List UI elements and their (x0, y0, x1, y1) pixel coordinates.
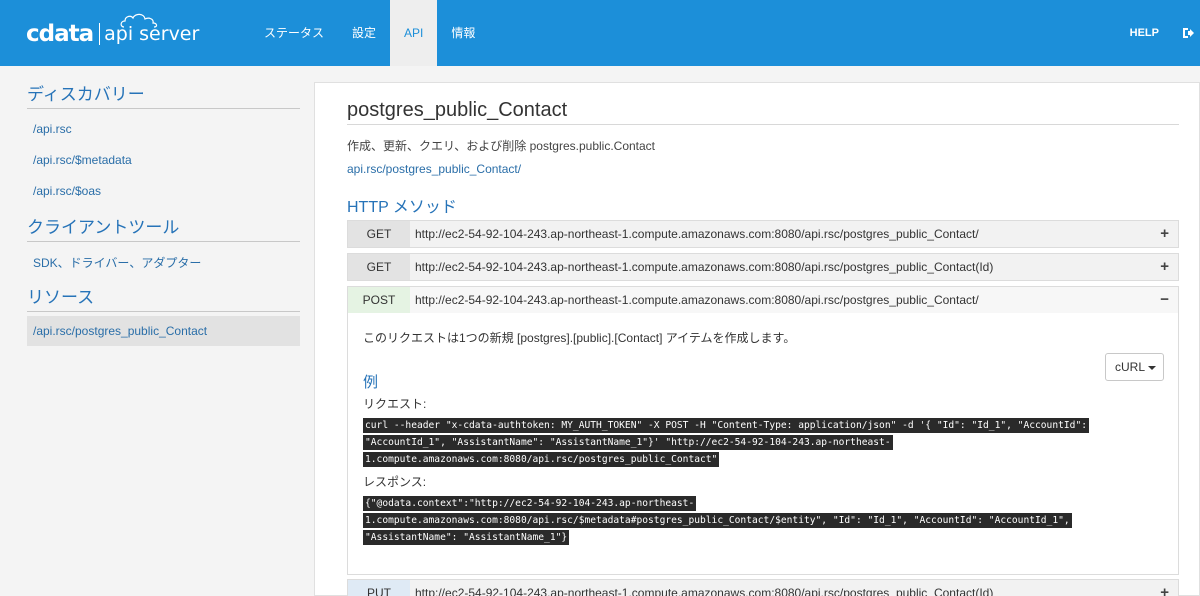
request-label: リクエスト: (363, 397, 427, 411)
resources-heading: リソース (27, 283, 300, 312)
sidebar-link-oas[interactable]: /api.rsc/$oas (33, 184, 101, 198)
request-code-block: curl --header "x-cdata-authtoken: MY_AUT… (363, 417, 1108, 468)
method-url: http://ec2-54-92-104-243.ap-northeast-1.… (415, 293, 979, 307)
method-url: http://ec2-54-92-104-243.ap-northeast-1.… (415, 260, 994, 274)
tab-info[interactable]: 情報 (437, 0, 489, 66)
discovery-heading: ディスカバリー (27, 80, 300, 109)
sidebar-link-api[interactable]: /api.rsc (33, 122, 72, 136)
expand-icon[interactable]: + (1160, 221, 1169, 247)
format-dropdown-label: cURL (1115, 360, 1146, 374)
expand-icon[interactable]: + (1160, 254, 1169, 280)
method-url: http://ec2-54-92-104-243.ap-northeast-1.… (415, 586, 994, 596)
client-tools-heading: クライアントツール (27, 213, 300, 242)
main-panel: postgres_public_Contact 作成、更新、クエリ、および削除 … (314, 82, 1200, 596)
method-verb: PUT (348, 580, 410, 596)
http-methods-heading: HTTP メソッド (347, 199, 457, 216)
collapse-icon[interactable]: − (1160, 287, 1169, 313)
request-code: curl --header "x-cdata-authtoken: MY_AUT… (363, 418, 1089, 467)
endpoint-link[interactable]: api.rsc/postgres_public_Contact/ (347, 162, 521, 176)
method-verb: POST (348, 287, 410, 313)
cloud-icon (120, 13, 158, 28)
method-url: http://ec2-54-92-104-243.ap-northeast-1.… (415, 227, 979, 241)
post-description: このリクエストは1つの新規 [postgres].[public].[Conta… (363, 331, 796, 345)
top-bar: cdata api server ステータス 設定 API 情報 HELP (0, 0, 1200, 66)
method-row-post[interactable]: POST http://ec2-54-92-104-243.ap-northea… (347, 286, 1179, 314)
sidebar-link-sdk[interactable]: SDK、ドライバー、アダプター (33, 254, 201, 271)
sidebar-item-contact-label: /api.rsc/postgres_public_Contact (33, 324, 208, 338)
method-row-get-by-id[interactable]: GET http://ec2-54-92-104-243.ap-northeas… (347, 253, 1179, 281)
tab-api[interactable]: API (390, 0, 438, 66)
response-code-block: {"@odata.context":"http://ec2-54-92-104-… (363, 495, 1108, 546)
page-title: postgres_public_Contact (347, 99, 568, 121)
logo-divider (99, 23, 101, 45)
response-label: レスポンス: (363, 475, 427, 489)
caret-down-icon (1148, 365, 1157, 370)
logo[interactable]: cdata api server (26, 13, 199, 47)
logo-product: api server (104, 13, 199, 47)
title-divider (347, 124, 1179, 125)
help-link[interactable]: HELP (1130, 0, 1159, 66)
response-code: {"@odata.context":"http://ec2-54-92-104-… (363, 496, 1072, 545)
logout-icon[interactable] (1182, 27, 1194, 39)
sidebar-item-contact[interactable]: /api.rsc/postgres_public_Contact (27, 316, 300, 346)
tab-status[interactable]: ステータス (250, 0, 338, 66)
format-dropdown-button[interactable]: cURL (1105, 353, 1164, 381)
logo-brand: cdata (26, 21, 94, 47)
sidebar-link-metadata[interactable]: /api.rsc/$metadata (33, 153, 132, 167)
method-verb: GET (348, 221, 410, 247)
sidebar: ディスカバリー /api.rsc /api.rsc/$metadata /api… (0, 66, 314, 596)
main-nav: ステータス 設定 API 情報 (250, 0, 489, 66)
example-heading: 例 (363, 374, 379, 391)
method-verb: GET (348, 254, 410, 280)
method-row-put[interactable]: PUT http://ec2-54-92-104-243.ap-northeas… (347, 579, 1179, 596)
expand-icon[interactable]: + (1160, 580, 1169, 596)
tab-settings[interactable]: 設定 (338, 0, 390, 66)
method-row-get-list[interactable]: GET http://ec2-54-92-104-243.ap-northeas… (347, 220, 1179, 248)
post-detail-panel: このリクエストは1つの新規 [postgres].[public].[Conta… (347, 313, 1179, 575)
resource-description: 作成、更新、クエリ、および削除 postgres.public.Contact (347, 139, 656, 153)
